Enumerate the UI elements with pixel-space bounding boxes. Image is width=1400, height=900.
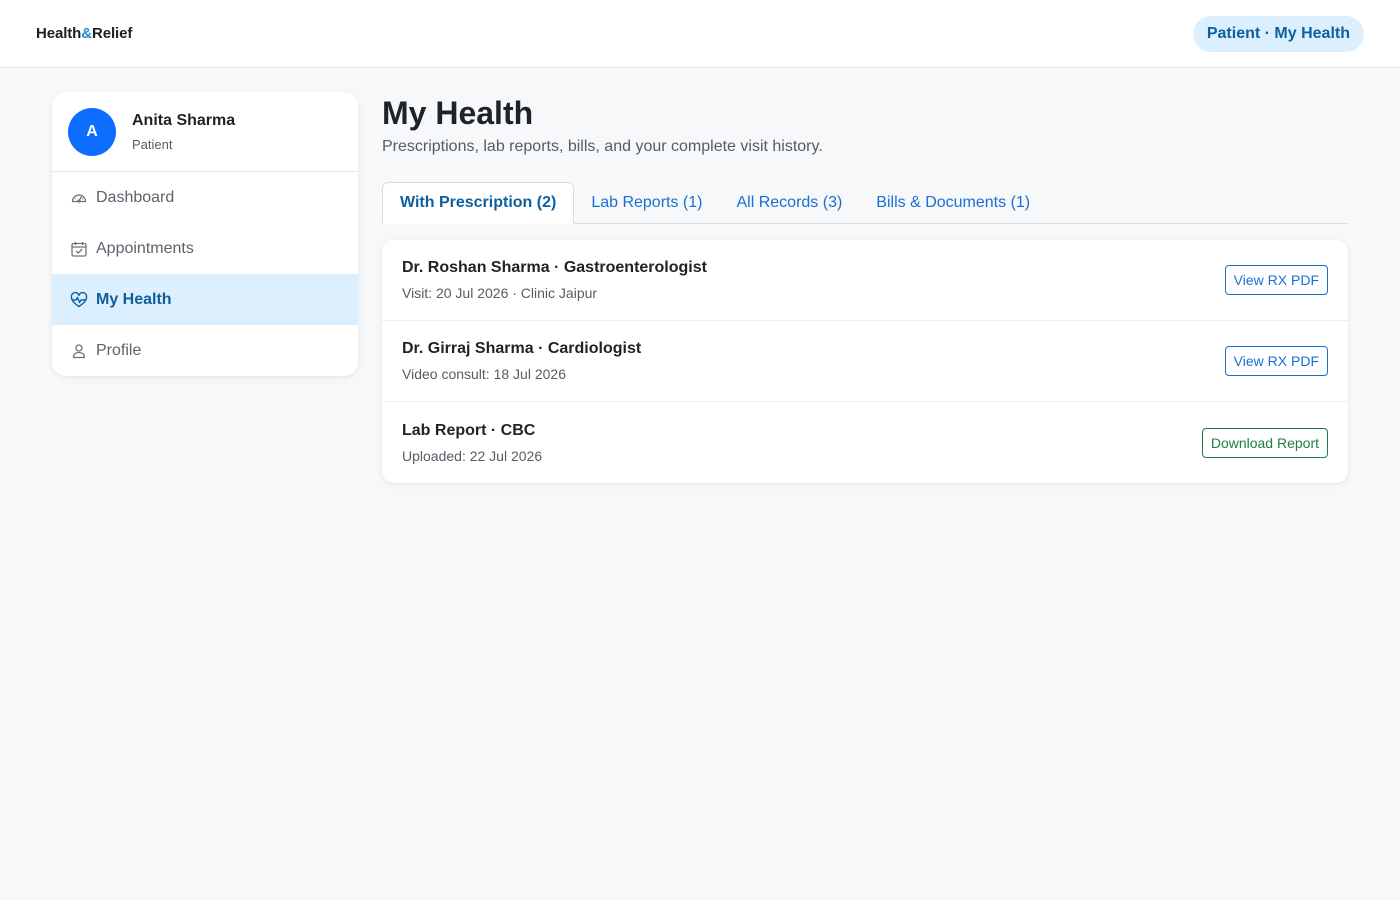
tab-all-records[interactable]: All Records (3) [719,182,859,224]
record-title: Lab Report · CBC [402,421,536,439]
calendar-check-icon [70,240,88,258]
record-meta: Video consult: 18 Jul 2026 [402,366,566,382]
record-tabs: With Prescription (2) Lab Reports (1) Al… [382,182,1348,224]
sidebar-item-appointments[interactable]: Appointments [52,223,358,274]
sidebar-item-label: Appointments [96,239,194,257]
dashboard-gauge-icon [70,189,88,207]
heart-pulse-icon [70,291,88,309]
sidebar-item-label: Profile [96,341,142,359]
record-meta: Visit: 20 Jul 2026 · Clinic Jaipur [402,285,598,301]
page-subtitle: Prescriptions, lab reports, bills, and y… [382,138,823,155]
main-content: My Health Prescriptions, lab reports, bi… [382,92,1348,483]
download-report-button[interactable]: Download Report [1201,427,1328,458]
records-list: Dr. Roshan Sharma · Gastroenterologist V… [382,240,1348,483]
page-title: My Health [382,95,534,131]
user-name: Anita Sharma [132,111,236,129]
tab-bills-documents[interactable]: Bills & Documents (1) [859,182,1047,224]
sidebar: A Anita Sharma Patient Dashboard Appoint… [52,92,358,376]
profile-summary: A Anita Sharma Patient [52,92,358,172]
top-bar: Health&Relief Patient · My Health [0,0,1400,68]
person-icon [70,342,88,360]
sidebar-item-label: Dashboard [96,188,175,206]
sidebar-item-profile[interactable]: Profile [52,325,358,376]
sidebar-item-dashboard[interactable]: Dashboard [52,172,358,223]
logo-text-relief: Relief [91,25,133,42]
record-meta: Uploaded: 22 Jul 2026 [402,447,543,464]
record-row: Dr. Girraj Sharma · Cardiologist Video c… [382,321,1348,402]
record-title: Dr. Roshan Sharma · Gastroenterologist [402,259,707,276]
logo-text-health: Health [36,25,82,42]
user-role: Patient [132,136,173,152]
record-title: Dr. Girraj Sharma · Cardiologist [402,340,642,357]
tab-with-prescription[interactable]: With Prescription (2) [382,182,575,224]
record-row: Dr. Roshan Sharma · Gastroenterologist V… [382,240,1348,321]
record-row: Lab Report · CBC Uploaded: 22 Jul 2026 D… [382,402,1348,483]
sidebar-item-my-health[interactable]: My Health [52,274,358,325]
role-badge: Patient · My Health [1192,15,1364,52]
view-rx-pdf-button[interactable]: View RX PDF [1224,346,1328,376]
app-logo[interactable]: Health&Relief [36,25,132,42]
avatar: A [68,107,116,156]
view-rx-pdf-button[interactable]: View RX PDF [1224,265,1328,295]
logo-text-amp: & [81,25,92,42]
sidebar-item-label: My Health [96,290,172,308]
tab-lab-reports[interactable]: Lab Reports (1) [574,182,719,224]
